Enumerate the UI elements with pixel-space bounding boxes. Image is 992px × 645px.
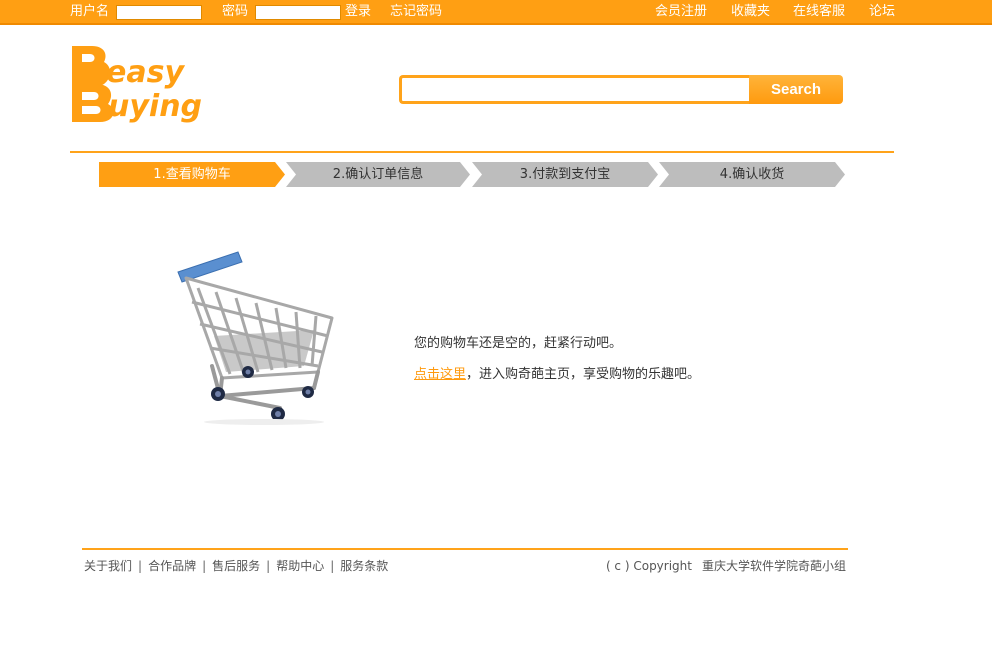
logo-graphic: easy uying — [72, 46, 202, 124]
step-confirm-order[interactable]: 2.确认订单信息 — [286, 162, 470, 187]
footer-separator: | — [330, 559, 335, 573]
username-label: 用户名 — [70, 4, 110, 19]
enter-homepage-line: 点击这里，进入购奇葩主页，享受购物的乐趣吧。 — [414, 366, 700, 384]
copyright: ( c ) Copyright 重庆大学软件学院奇葩小组 — [606, 558, 846, 574]
username-input[interactable] — [116, 5, 202, 20]
favorites-link[interactable]: 收藏夹 — [731, 4, 770, 20]
empty-cart-message: 您的购物车还是空的，赶紧行动吧。 — [414, 336, 623, 351]
logo-text-easy: easy — [106, 55, 185, 90]
logo-b-top — [72, 46, 110, 86]
header-divider — [70, 151, 894, 153]
password-input[interactable] — [255, 5, 341, 20]
step-label: 4.确认收货 — [719, 167, 785, 182]
login-link[interactable]: 登录 — [345, 4, 371, 20]
footer-link-terms[interactable]: 服务条款 — [340, 559, 388, 573]
footer-separator: | — [266, 559, 271, 573]
enter-homepage-text: ，进入购奇葩主页，享受购物的乐趣吧。 — [466, 367, 701, 382]
footer-divider — [82, 548, 848, 550]
step-label: 3.付款到支付宝 — [519, 167, 611, 182]
forgot-password-link[interactable]: 忘记密码 — [390, 4, 442, 20]
step-label: 2.确认订单信息 — [332, 167, 424, 182]
copyright-text: ( c ) Copyright — [605, 559, 692, 573]
logo-text-uying: uying — [108, 89, 202, 124]
step-view-cart[interactable]: 1.查看购物车 — [99, 162, 285, 187]
register-link[interactable]: 会员注册 — [655, 4, 707, 20]
search-button[interactable]: Search — [749, 75, 843, 104]
step-confirm-receipt[interactable]: 4.确认收货 — [659, 162, 845, 187]
top-bar: 用户名 密码 登录 忘记密码 会员注册 收藏夹 在线客服 论坛 — [0, 0, 992, 25]
footer-link-about[interactable]: 关于我们 — [84, 559, 132, 573]
shopping-cart-icon — [172, 248, 342, 426]
footer-link-help[interactable]: 帮助中心 — [276, 559, 324, 573]
footer-separator: | — [138, 559, 143, 573]
footer-link-after-sales[interactable]: 售后服务 — [212, 559, 260, 573]
step-pay-alipay[interactable]: 3.付款到支付宝 — [472, 162, 658, 187]
forum-link[interactable]: 论坛 — [869, 4, 895, 20]
footer-link-partners[interactable]: 合作品牌 — [148, 559, 196, 573]
step-label: 1.查看购物车 — [153, 167, 231, 182]
search-input[interactable] — [399, 75, 751, 104]
footer-links: 关于我们 | 合作品牌 | 售后服务 | 帮助中心 | 服务条款 — [84, 558, 388, 574]
beasy-buying-logo[interactable]: easy uying — [70, 44, 230, 124]
copyright-owner: 重庆大学软件学院奇葩小组 — [701, 559, 846, 573]
password-label: 密码 — [222, 4, 249, 19]
footer-separator: | — [202, 559, 207, 573]
click-here-link[interactable]: 点击这里 — [414, 367, 466, 382]
customer-service-link[interactable]: 在线客服 — [793, 4, 845, 20]
